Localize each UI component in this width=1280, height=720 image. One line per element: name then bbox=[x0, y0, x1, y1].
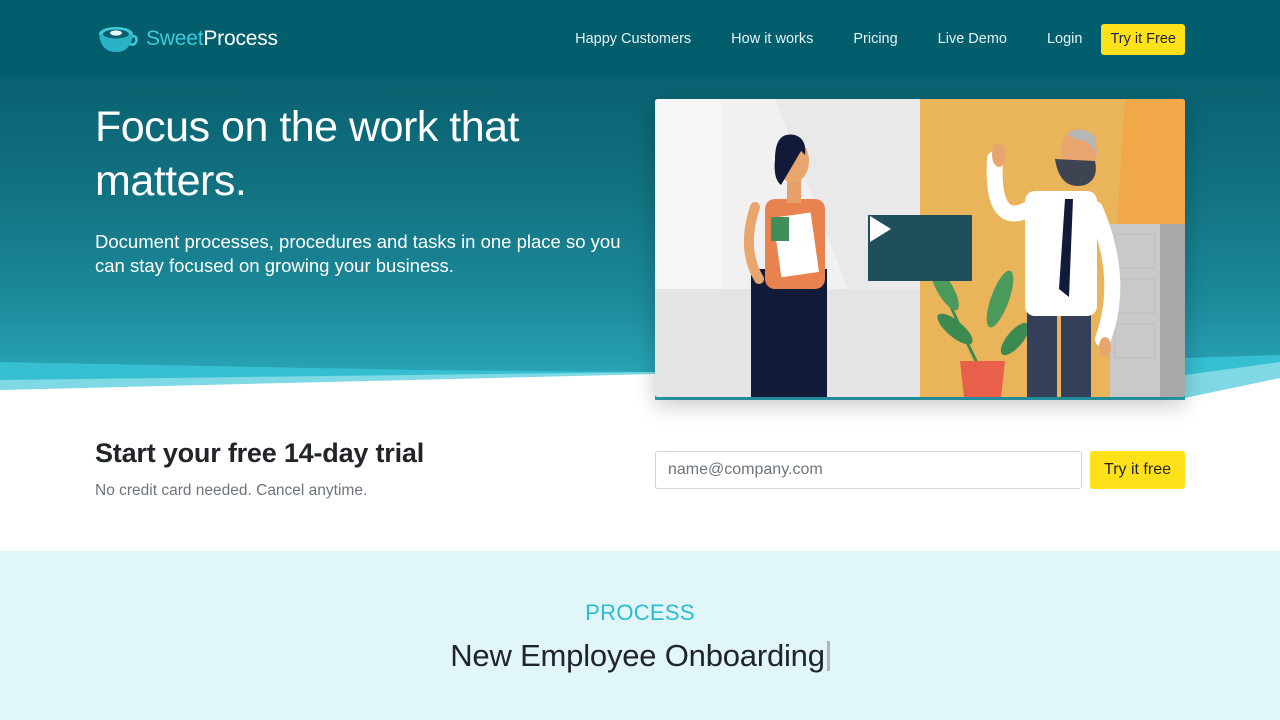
trial-subtitle: No credit card needed. Cancel anytime. bbox=[95, 482, 368, 499]
process-title: New Employee Onboarding bbox=[450, 638, 825, 673]
process-title-wrapper: New Employee Onboarding bbox=[0, 638, 1280, 674]
hero-title: Focus on the work that matters. bbox=[95, 103, 520, 205]
video-play-button[interactable] bbox=[868, 215, 972, 281]
teacup-icon bbox=[99, 27, 138, 52]
process-label: PROCESS bbox=[585, 600, 695, 625]
nav-how-it-works[interactable]: How it works bbox=[731, 31, 813, 47]
nav-pricing[interactable]: Pricing bbox=[853, 31, 897, 47]
hero-subtitle: Document processes, procedures and tasks… bbox=[95, 231, 621, 276]
nav-live-demo[interactable]: Live Demo bbox=[938, 31, 1007, 47]
brand-name-process: Process bbox=[203, 27, 278, 50]
navbar: SweetProcess Happy Customers How it work… bbox=[0, 0, 1280, 78]
video-player[interactable] bbox=[655, 99, 1185, 397]
typing-cursor bbox=[826, 641, 830, 671]
brand-name-sweet: Sweet bbox=[146, 27, 204, 50]
nav-happy-customers[interactable]: Happy Customers bbox=[575, 31, 691, 47]
nav-menu: Happy Customers How it works Pricing Liv… bbox=[575, 23, 1185, 55]
nav-login[interactable]: Login bbox=[1047, 31, 1082, 47]
play-icon bbox=[870, 216, 891, 242]
try-it-free-nav-button[interactable]: Try it Free bbox=[1101, 23, 1185, 55]
brand-logo[interactable]: SweetProcess bbox=[96, 22, 278, 56]
process-section: PROCESS New Employee Onboarding bbox=[0, 551, 1280, 720]
email-input[interactable] bbox=[655, 451, 1082, 489]
try-it-free-button[interactable]: Try it free bbox=[1090, 451, 1185, 489]
trial-title: Start your free 14-day trial bbox=[95, 438, 425, 468]
